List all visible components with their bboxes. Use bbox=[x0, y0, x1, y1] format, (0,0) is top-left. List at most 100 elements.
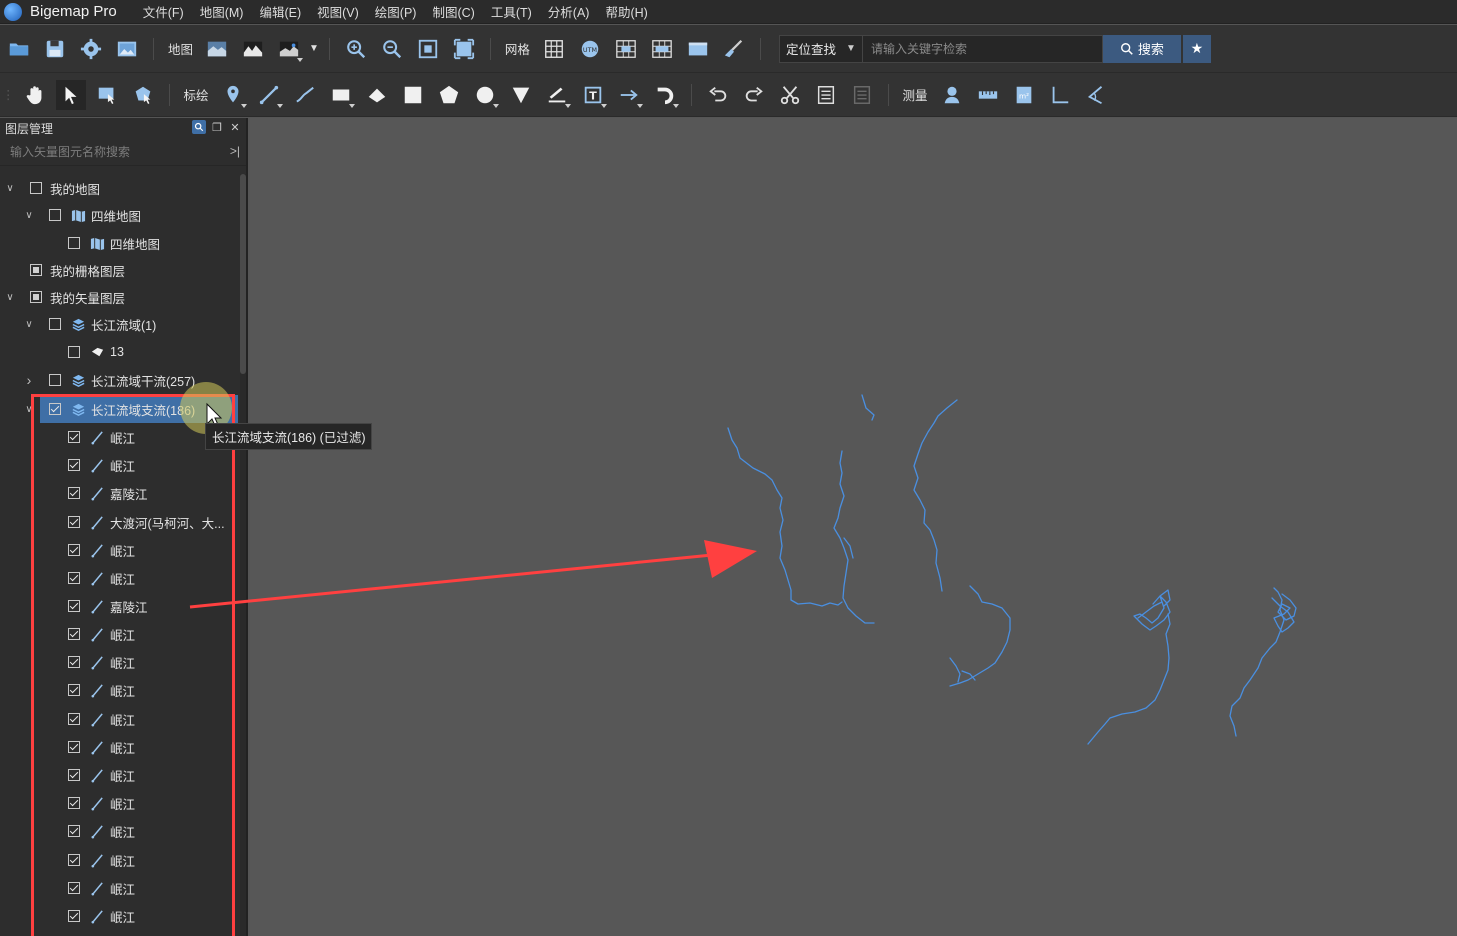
layer-visibility-checkbox[interactable] bbox=[49, 209, 61, 221]
nm-grid-icon[interactable] bbox=[647, 34, 677, 64]
pan-hand-icon[interactable] bbox=[20, 80, 50, 110]
close-icon[interactable]: ✕ bbox=[228, 120, 242, 134]
layer-visibility-checkbox[interactable] bbox=[68, 684, 80, 696]
menu-item[interactable]: 帮助(H) bbox=[597, 2, 655, 21]
eraser-shape-icon[interactable] bbox=[362, 80, 392, 110]
layer-feature-row[interactable]: 岷江 bbox=[0, 648, 240, 676]
save-icon[interactable] bbox=[40, 34, 70, 64]
map-dropdown-chevron-icon[interactable]: ▼ bbox=[307, 43, 321, 54]
measure-distance-icon[interactable] bbox=[973, 80, 1003, 110]
menu-item[interactable]: 分析(A) bbox=[540, 2, 598, 21]
terrain-map-icon[interactable] bbox=[238, 34, 268, 64]
layer-feature-row[interactable]: 岷江 bbox=[0, 874, 240, 902]
measure-point-icon[interactable] bbox=[937, 80, 967, 110]
layer-search-toggle-icon[interactable] bbox=[192, 120, 206, 134]
attribute-table-icon[interactable] bbox=[811, 80, 841, 110]
layer-visibility-checkbox[interactable] bbox=[68, 459, 80, 471]
grid-icon[interactable] bbox=[539, 34, 569, 64]
polyline-icon[interactable] bbox=[254, 80, 284, 110]
layer-visibility-checkbox[interactable] bbox=[30, 291, 42, 303]
collapse-chevron-icon[interactable]: › bbox=[23, 372, 35, 388]
select-arrow-icon[interactable] bbox=[55, 79, 86, 110]
layer-feature-row[interactable]: 岷江 bbox=[0, 761, 240, 789]
expand-chevron-icon[interactable]: ∨ bbox=[23, 404, 35, 415]
expand-chevron-icon[interactable]: ∨ bbox=[23, 319, 35, 330]
menu-item[interactable]: 视图(V) bbox=[309, 2, 367, 21]
text-box-icon[interactable]: T bbox=[578, 80, 608, 110]
layer-feature-row[interactable]: 大渡河(马柯河、大... bbox=[0, 508, 240, 536]
favorites-star-icon[interactable]: ★ bbox=[1182, 34, 1211, 63]
layer-visibility-checkbox[interactable] bbox=[68, 516, 80, 528]
menu-item[interactable]: 工具(T) bbox=[483, 2, 540, 21]
location-search-input[interactable] bbox=[862, 34, 1103, 63]
utm-grid-icon[interactable]: UTM bbox=[575, 34, 605, 64]
layer-visibility-checkbox[interactable] bbox=[68, 600, 80, 612]
layer-feature-row[interactable]: 岷江 bbox=[0, 902, 240, 930]
menu-item[interactable]: 文件(F) bbox=[135, 2, 192, 21]
pentagon-icon[interactable] bbox=[434, 80, 464, 110]
layer-visibility-checkbox[interactable] bbox=[68, 487, 80, 499]
expand-chevron-icon[interactable]: ∨ bbox=[23, 210, 35, 221]
menu-item[interactable]: 绘图(P) bbox=[367, 2, 425, 21]
open-folder-icon[interactable] bbox=[4, 34, 34, 64]
image-export-icon[interactable] bbox=[112, 34, 142, 64]
layer-feature-row[interactable]: 岷江 bbox=[0, 789, 240, 817]
layer-visibility-checkbox[interactable] bbox=[49, 318, 61, 330]
rect-select-icon[interactable] bbox=[92, 80, 122, 110]
menu-item[interactable]: 编辑(E) bbox=[251, 2, 309, 21]
search-button[interactable]: 搜索 bbox=[1102, 34, 1181, 63]
polygon-select-icon[interactable] bbox=[128, 80, 158, 110]
arrow-line-icon[interactable] bbox=[614, 80, 644, 110]
layer-feature-row[interactable]: 13 bbox=[0, 338, 240, 366]
expand-chevron-icon[interactable]: ∨ bbox=[4, 183, 16, 194]
layer-visibility-checkbox[interactable] bbox=[68, 656, 80, 668]
layer-feature-row[interactable]: 岷江 bbox=[0, 817, 240, 845]
zoom-in-icon[interactable] bbox=[341, 34, 371, 64]
layer-visibility-checkbox[interactable] bbox=[68, 825, 80, 837]
layer-visibility-checkbox[interactable] bbox=[30, 182, 42, 194]
float-panel-icon[interactable]: ❐ bbox=[210, 120, 224, 134]
sector-icon[interactable] bbox=[506, 80, 536, 110]
layer-feature-row[interactable]: 岷江 bbox=[0, 705, 240, 733]
full-extent-icon[interactable] bbox=[449, 34, 479, 64]
measure-azimuth-icon[interactable] bbox=[1081, 80, 1111, 110]
layer-feature-row[interactable]: 岷江 bbox=[0, 676, 240, 704]
zoom-extent-icon[interactable] bbox=[413, 34, 443, 64]
layer-feature-row[interactable]: 岷江 bbox=[0, 620, 240, 648]
map-sheet-icon[interactable] bbox=[683, 34, 713, 64]
layer-visibility-checkbox[interactable] bbox=[30, 264, 42, 276]
layer-visibility-checkbox[interactable] bbox=[49, 374, 61, 386]
layer-visibility-checkbox[interactable] bbox=[68, 910, 80, 922]
clear-brush-icon[interactable] bbox=[719, 34, 749, 64]
scrollbar-thumb[interactable] bbox=[240, 174, 246, 374]
layer-feature-row[interactable]: 岷江 bbox=[0, 733, 240, 761]
layer-feature-row[interactable]: 岷江 bbox=[0, 846, 240, 874]
square-icon[interactable] bbox=[398, 80, 428, 110]
layer-visibility-checkbox[interactable] bbox=[68, 882, 80, 894]
layer-tree-scrollbar[interactable] bbox=[240, 174, 246, 936]
menu-item[interactable]: 地图(M) bbox=[192, 2, 252, 21]
layer-group-row[interactable]: ∨ 四维地图 bbox=[0, 201, 240, 229]
text-underline-icon[interactable] bbox=[542, 80, 572, 110]
rectangle-icon[interactable] bbox=[326, 80, 356, 110]
layer-visibility-checkbox[interactable] bbox=[68, 741, 80, 753]
road-map-icon[interactable] bbox=[274, 34, 304, 64]
undo-icon[interactable] bbox=[703, 80, 733, 110]
redo-icon[interactable] bbox=[739, 80, 769, 110]
layer-visibility-checkbox[interactable] bbox=[68, 854, 80, 866]
layer-group-row[interactable]: ∨ 我的地图 bbox=[0, 174, 240, 202]
layer-search-input[interactable] bbox=[10, 144, 210, 159]
scissors-icon[interactable] bbox=[775, 80, 805, 110]
marker-pin-icon[interactable] bbox=[218, 80, 248, 110]
list-disabled-icon[interactable] bbox=[847, 80, 877, 110]
layer-group-row[interactable]: ∨ 长江流域支流(186)… bbox=[25, 395, 238, 423]
layer-visibility-checkbox[interactable] bbox=[68, 797, 80, 809]
layer-feature-row[interactable]: 四维地图 bbox=[0, 229, 240, 257]
layer-feature-row[interactable]: 嘉陵江 bbox=[0, 479, 240, 507]
layer-feature-row[interactable]: 岷江 bbox=[0, 564, 240, 592]
filter-status-icon[interactable]: … bbox=[205, 402, 218, 416]
layer-visibility-checkbox[interactable] bbox=[68, 431, 80, 443]
layer-group-row[interactable]: ∨ 我的矢量图层 bbox=[0, 283, 240, 311]
layer-visibility-checkbox[interactable] bbox=[68, 237, 80, 249]
layer-visibility-checkbox[interactable] bbox=[68, 713, 80, 725]
